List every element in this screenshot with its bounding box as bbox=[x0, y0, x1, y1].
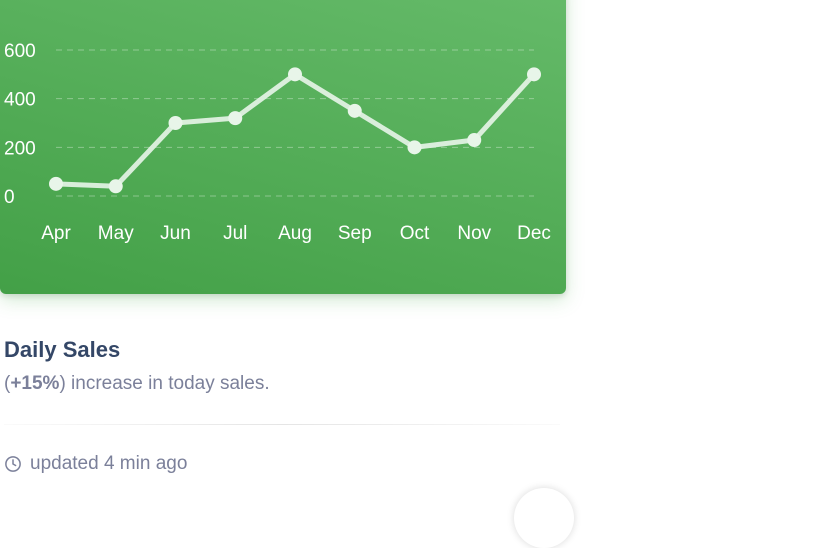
clock-icon bbox=[5, 456, 21, 472]
floating-action-button[interactable] bbox=[514, 488, 574, 548]
card-footer: updated 4 min ago bbox=[4, 453, 187, 475]
series-line bbox=[53, 71, 537, 189]
daily-sales-card: 0 200 400 600 Apr May Jun Jul Aug Sep Oct Nov Dec D… bbox=[0, 0, 566, 497]
data-point[interactable] bbox=[347, 103, 362, 118]
y-tick-label: 200 bbox=[4, 138, 36, 159]
desc-rest: ) increase in today sales. bbox=[59, 373, 270, 394]
x-tick-label: Jun bbox=[160, 223, 191, 244]
card-description: (+15%) increase in today sales. bbox=[4, 372, 560, 396]
data-point[interactable] bbox=[228, 111, 243, 126]
x-tick-label: Dec bbox=[517, 223, 551, 244]
y-tick-label: 0 bbox=[4, 187, 15, 208]
increase-percentage: +15% bbox=[10, 373, 60, 394]
line-chart: 0 200 400 600 Apr May Jun Jul Aug Sep Oct Nov Dec bbox=[4, 41, 551, 244]
data-point[interactable] bbox=[168, 116, 183, 130]
divider bbox=[4, 424, 560, 425]
y-tick-label: 600 bbox=[4, 41, 36, 62]
y-tick-label: 400 bbox=[4, 90, 36, 111]
chart-panel: 0 200 400 600 Apr May Jun Jul Aug Sep Oct Nov Dec bbox=[0, 0, 566, 294]
x-tick-label: Aug bbox=[278, 223, 312, 244]
x-tick-label: Nov bbox=[457, 223, 491, 244]
card-title: Daily Sales bbox=[4, 337, 121, 362]
x-tick-label: Apr bbox=[41, 223, 71, 244]
data-point[interactable] bbox=[108, 179, 123, 194]
card-info: Daily Sales (+15%) increase in today sal… bbox=[4, 336, 560, 396]
x-tick-label: May bbox=[98, 223, 134, 244]
data-point[interactable] bbox=[407, 140, 422, 155]
data-point[interactable] bbox=[467, 133, 482, 148]
x-tick-label: Sep bbox=[338, 223, 372, 244]
x-tick-label: Jul bbox=[223, 223, 247, 244]
updated-text: updated 4 min ago bbox=[30, 453, 188, 474]
data-point[interactable] bbox=[49, 176, 63, 191]
data-point[interactable] bbox=[527, 67, 541, 82]
x-tick-label: Oct bbox=[400, 223, 430, 244]
data-point[interactable] bbox=[288, 67, 302, 82]
